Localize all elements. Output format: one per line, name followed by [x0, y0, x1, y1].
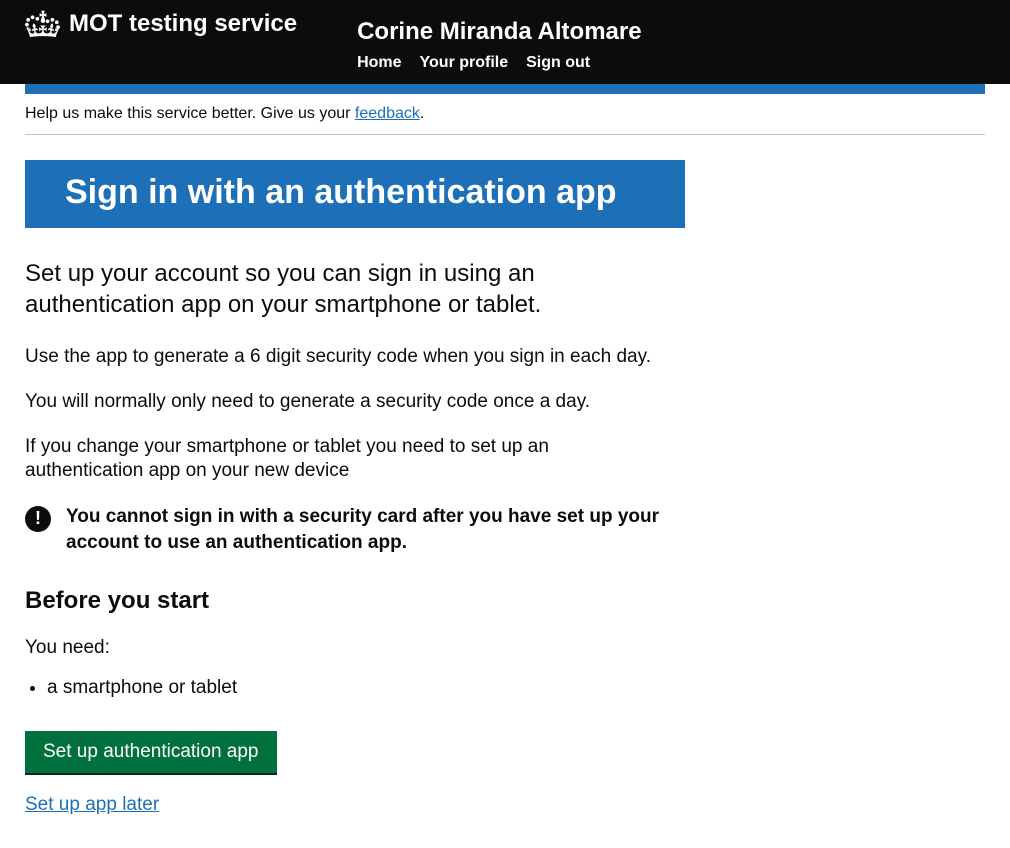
body-paragraph-3: If you change your smartphone or tablet …: [25, 435, 665, 484]
crown-icon: [25, 9, 61, 39]
list-item: a smartphone or tablet: [47, 676, 685, 701]
body-paragraph-1: Use the app to generate a 6 digit securi…: [25, 345, 665, 370]
lede-paragraph: Set up your account so you can sign in u…: [25, 258, 645, 320]
page-title: Sign in with an authentication app: [65, 174, 645, 211]
header-row: MOT testing service Corine Miranda Altom…: [25, 8, 985, 74]
user-block: Corine Miranda Altomare Home Your profil…: [357, 16, 642, 74]
page-title-banner: Sign in with an authentication app: [25, 160, 685, 227]
global-header: MOT testing service Corine Miranda Altom…: [0, 0, 1010, 84]
phase-text-prefix: Help us make this service better. Give u…: [25, 105, 355, 122]
body-paragraph-2: You will normally only need to generate …: [25, 390, 665, 415]
phase-banner: Help us make this service better. Give u…: [25, 104, 985, 136]
warning-box: ! You cannot sign in with a security car…: [25, 504, 665, 555]
user-name: Corine Miranda Altomare: [357, 16, 642, 47]
main-content: Sign in with an authentication app Set u…: [25, 160, 685, 847]
setup-app-button[interactable]: Set up authentication app: [25, 731, 277, 773]
service-name: MOT testing service: [69, 8, 297, 39]
nav-profile[interactable]: Your profile: [420, 53, 509, 74]
logo-block[interactable]: MOT testing service: [25, 8, 297, 39]
you-need-text: You need:: [25, 636, 685, 661]
requirements-list: a smartphone or tablet: [25, 676, 685, 701]
header-nav: Home Your profile Sign out: [357, 53, 642, 74]
nav-home[interactable]: Home: [357, 53, 401, 74]
feedback-link[interactable]: feedback: [355, 105, 420, 122]
setup-later-link[interactable]: Set up app later: [25, 793, 159, 818]
nav-signout[interactable]: Sign out: [526, 53, 590, 74]
blue-strip: [25, 84, 985, 94]
warning-text: You cannot sign in with a security card …: [66, 504, 665, 555]
before-you-start-heading: Before you start: [25, 585, 685, 616]
warning-icon: !: [25, 506, 51, 532]
phase-text-suffix: .: [420, 105, 424, 122]
